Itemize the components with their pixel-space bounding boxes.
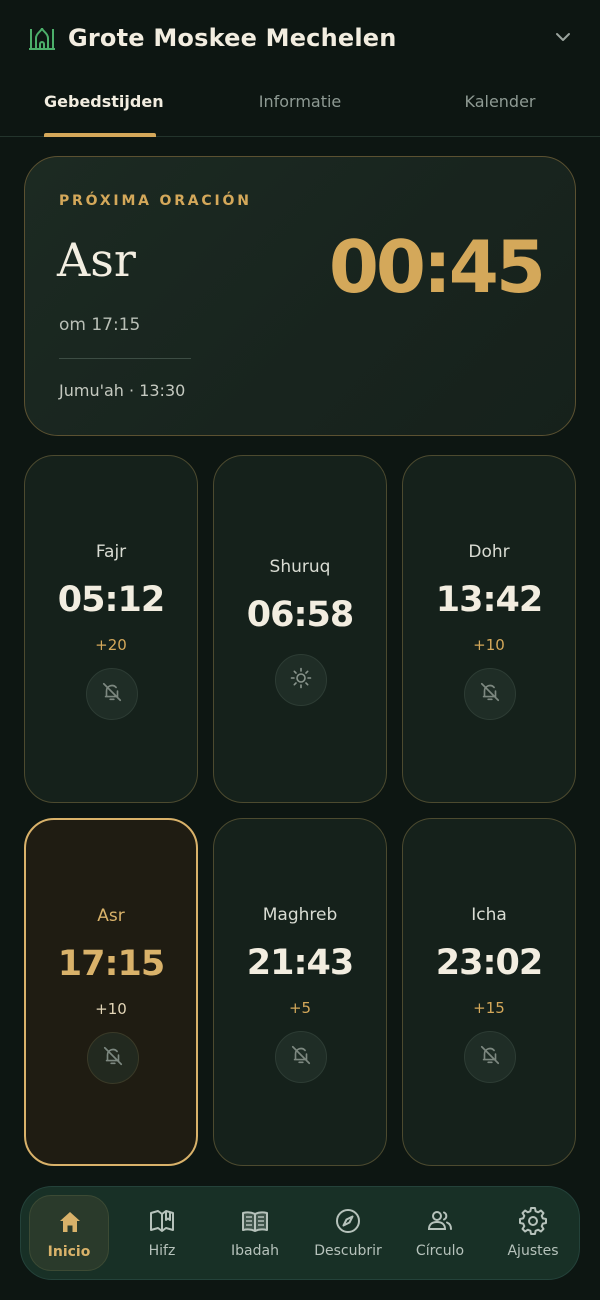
prayer-time: 21:43	[246, 943, 354, 983]
nav-label: Ajustes	[507, 1243, 559, 1259]
app-header: Grote Moskee Mechelen	[0, 0, 600, 76]
bell-off-icon	[479, 681, 501, 707]
nav-label: Ibadah	[231, 1243, 279, 1259]
notification-toggle[interactable]	[464, 1031, 516, 1083]
prayer-time: 17:15	[57, 944, 165, 984]
prayer-time: 06:58	[246, 595, 354, 635]
compass-icon	[334, 1207, 362, 1235]
next-prayer-label: PRÓXIMA ORACIÓN	[59, 193, 252, 209]
nav-circulo[interactable]: Círculo	[400, 1195, 480, 1271]
next-prayer-card: PRÓXIMA ORACIÓN Asr om 17:15 Jumu'ah · 1…	[24, 156, 576, 436]
bottom-navigation: Inicio Hifz Ibadah Descubrir Círculo Aju…	[20, 1186, 580, 1280]
sunrise-indicator	[275, 654, 327, 706]
tab-label: Informatie	[258, 92, 342, 111]
bell-off-icon	[101, 681, 123, 707]
prayer-offset: +10	[473, 636, 505, 654]
prayer-card-asr[interactable]: Asr 17:15 +10	[24, 818, 198, 1166]
nav-ajustes[interactable]: Ajustes	[493, 1195, 573, 1271]
nav-label: Hifz	[148, 1243, 176, 1259]
tab-label: Gebedstijden	[44, 92, 164, 111]
notification-toggle[interactable]	[86, 668, 138, 720]
bell-off-icon	[102, 1045, 124, 1071]
nav-label: Inicio	[47, 1244, 91, 1260]
nav-label: Círculo	[415, 1243, 465, 1259]
prayer-time: 13:42	[435, 580, 543, 620]
nav-hifz[interactable]: Hifz	[122, 1195, 202, 1271]
nav-ibadah[interactable]: Ibadah	[215, 1195, 295, 1271]
countdown: 00:45	[328, 225, 546, 309]
next-prayer-name: Asr	[57, 233, 136, 287]
people-icon	[426, 1207, 454, 1235]
notification-toggle[interactable]	[87, 1032, 139, 1084]
tab-gebedstijden[interactable]: Gebedstijden	[44, 76, 164, 137]
jumuah-time: Jumu'ah · 13:30	[59, 381, 186, 400]
prayer-card-maghreb[interactable]: Maghreb 21:43 +5	[213, 818, 387, 1166]
bell-off-icon	[290, 1044, 312, 1070]
prayer-name: Shuruq	[269, 557, 331, 577]
book-icon	[241, 1207, 269, 1235]
notification-toggle[interactable]	[275, 1031, 327, 1083]
prayer-name: Maghreb	[262, 905, 338, 925]
sun-icon	[289, 666, 313, 694]
prayer-offset: +20	[95, 636, 127, 654]
mosque-name: Grote Moskee Mechelen	[68, 24, 397, 52]
prayer-card-dohr[interactable]: Dohr 13:42 +10	[402, 455, 576, 803]
prayer-card-icha[interactable]: Icha 23:02 +15	[402, 818, 576, 1166]
gear-icon	[519, 1207, 547, 1235]
prayer-name: Asr	[97, 906, 125, 926]
prayer-name: Dohr	[468, 542, 510, 562]
bell-off-icon	[479, 1044, 501, 1070]
nav-label: Descubrir	[314, 1243, 382, 1259]
tab-kalender[interactable]: Kalender	[450, 76, 550, 136]
tab-active-indicator	[44, 133, 156, 137]
tab-bar: Gebedstijden Informatie Kalender	[0, 76, 600, 137]
nav-inicio[interactable]: Inicio	[29, 1195, 109, 1271]
notification-toggle[interactable]	[464, 668, 516, 720]
tab-label: Kalender	[464, 92, 536, 111]
tab-informatie[interactable]: Informatie	[240, 76, 360, 136]
prayer-time: 23:02	[435, 943, 543, 983]
open-book-icon	[148, 1207, 176, 1235]
chevron-down-icon[interactable]	[552, 26, 574, 48]
prayer-name: Icha	[471, 905, 507, 925]
home-icon	[56, 1208, 84, 1236]
prayer-card-fajr[interactable]: Fajr 05:12 +20	[24, 455, 198, 803]
prayer-offset: +15	[473, 999, 505, 1017]
nav-descubrir[interactable]: Descubrir	[308, 1195, 388, 1271]
next-prayer-time: om 17:15	[59, 315, 141, 335]
prayer-card-shuruq[interactable]: Shuruq 06:58	[213, 455, 387, 803]
prayer-offset: +5	[288, 999, 312, 1017]
prayer-time: 05:12	[57, 580, 165, 620]
mosque-icon	[28, 24, 56, 52]
divider	[59, 358, 191, 359]
prayer-name: Fajr	[95, 542, 127, 562]
prayer-offset: +10	[95, 1000, 127, 1018]
